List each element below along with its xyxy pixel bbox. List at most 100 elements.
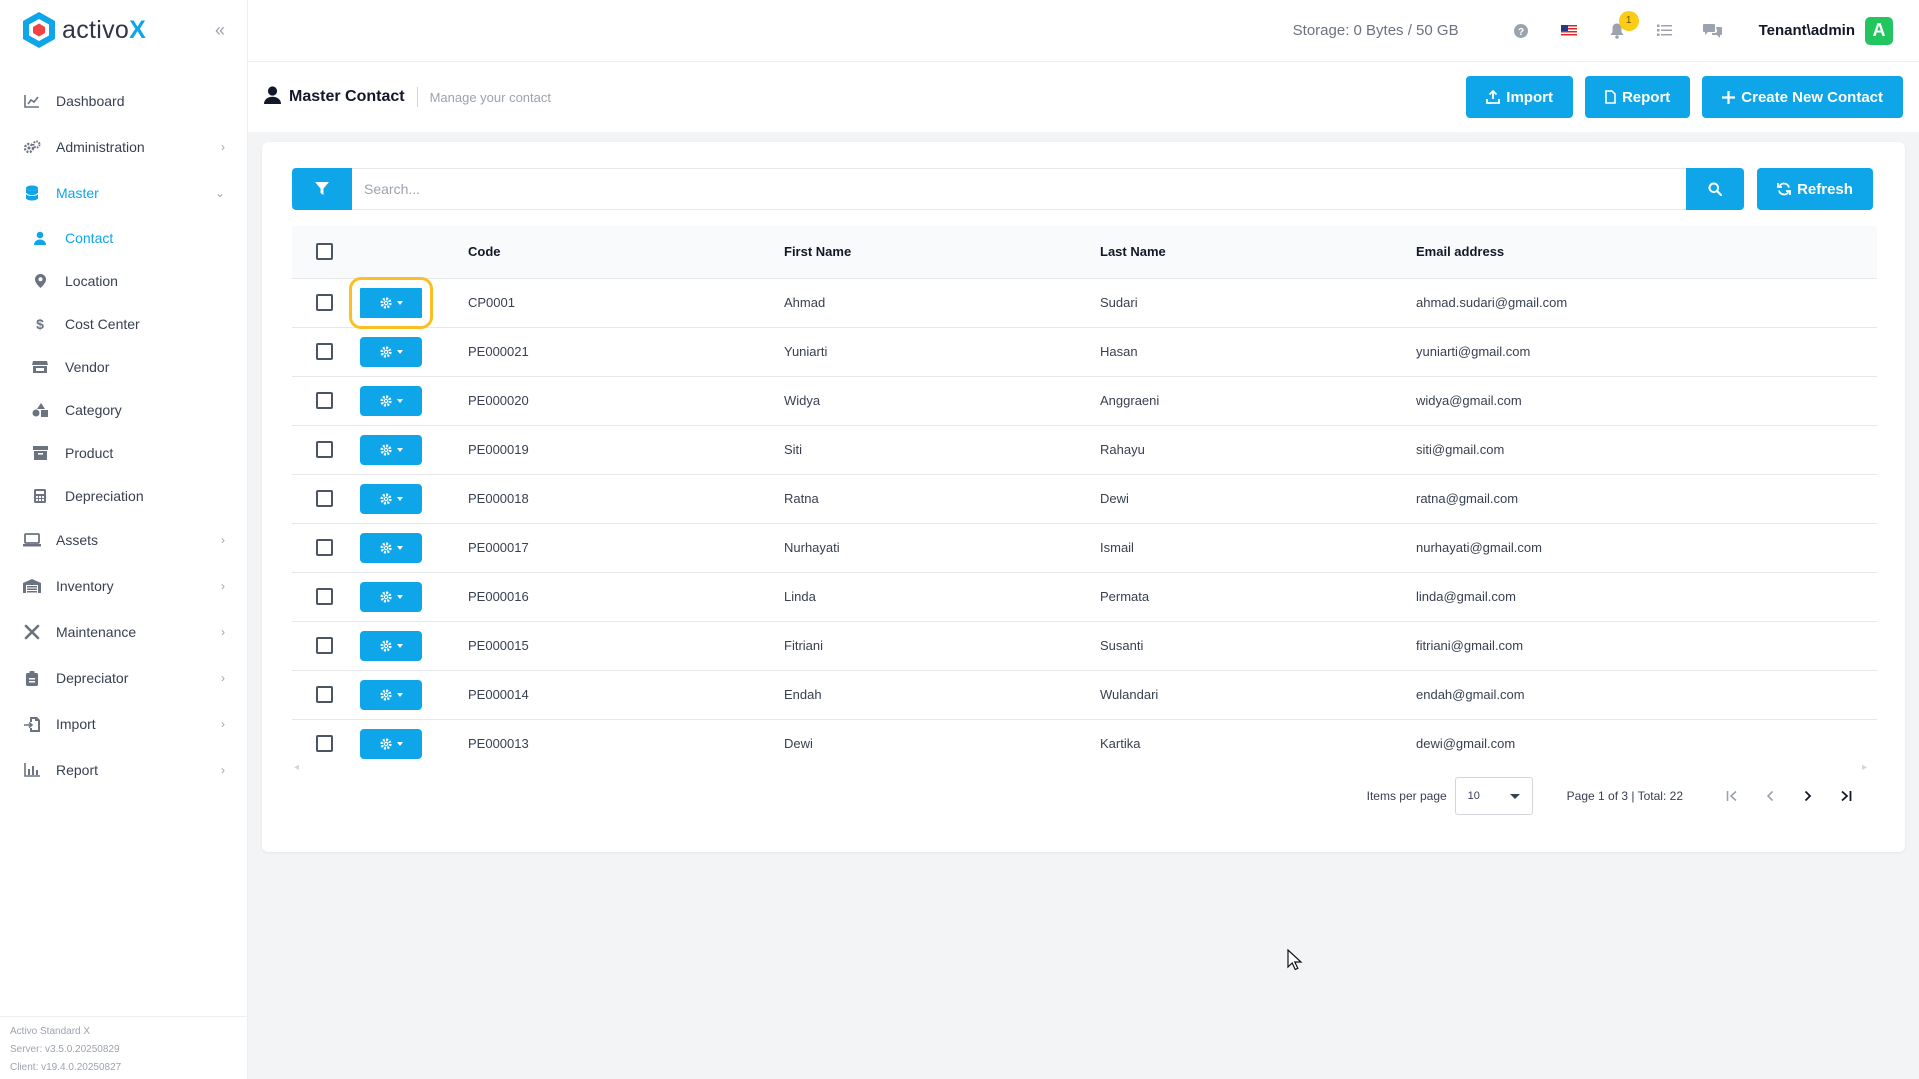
code-cell: PE000016 xyxy=(468,572,784,622)
row-checkbox[interactable] xyxy=(316,343,333,360)
first-name-cell: Siti xyxy=(784,425,1100,475)
sidebar-item-depreciator[interactable]: Depreciator › xyxy=(0,655,247,701)
sidebar-item-inventory[interactable]: Inventory › xyxy=(0,563,247,609)
table-header-row: Code First Name Last Name Email address xyxy=(292,226,1877,279)
table-row[interactable]: PE000015 Fitriani Susanti fitriani@gmail.co… xyxy=(292,621,1877,671)
sidebar-nav: Dashboard Administration › Master ⌄ Cont… xyxy=(0,60,247,793)
mouse-cursor-icon xyxy=(1287,949,1303,971)
email-cell: dewi@gmail.com xyxy=(1416,736,1516,752)
version-info: Activo Standard X Server: v3.5.0.2025082… xyxy=(0,1016,248,1079)
row-checkbox[interactable] xyxy=(316,637,333,654)
sidebar-item-assets[interactable]: Assets › xyxy=(0,517,247,563)
first-name-header[interactable]: First Name xyxy=(784,226,1100,279)
table-row[interactable]: PE000020 Widya Anggraeni widya@gmail.com xyxy=(292,376,1877,426)
collapse-sidebar-icon[interactable]: « xyxy=(215,20,225,41)
row-checkbox[interactable] xyxy=(316,686,333,703)
table-row[interactable]: PE000014 Endah Wulandari endah@gmail.com xyxy=(292,670,1877,720)
sidebar-item-import[interactable]: Import › xyxy=(0,701,247,747)
row-actions-cell xyxy=(349,276,468,329)
table-row[interactable]: PE000017 Nurhayati Ismail nurhayati@gmail.c… xyxy=(292,523,1877,573)
gear-icon xyxy=(379,590,392,603)
row-checkbox[interactable] xyxy=(316,392,333,409)
table-row[interactable]: PE000019 Siti Rahayu siti@gmail.com xyxy=(292,425,1877,475)
row-actions-button[interactable] xyxy=(360,728,422,759)
first-page-button[interactable] xyxy=(1713,777,1751,815)
sidebar: activoX « Dashboard Administration › Mas… xyxy=(0,0,248,1079)
next-page-button[interactable] xyxy=(1789,777,1827,815)
table-row[interactable]: PE000016 Linda Permata linda@gmail.com xyxy=(292,572,1877,622)
row-checkbox[interactable] xyxy=(316,490,333,507)
row-actions-button[interactable] xyxy=(360,483,422,514)
table-row[interactable]: PE000021 Yuniarti Hasan yuniarti@gmail.com xyxy=(292,327,1877,377)
row-checkbox[interactable] xyxy=(316,588,333,605)
scroll-left-icon[interactable]: ◂ xyxy=(294,762,299,773)
gear-icon xyxy=(379,688,392,701)
select-all-checkbox[interactable] xyxy=(316,243,333,261)
last-page-button[interactable] xyxy=(1827,777,1865,815)
row-checkbox[interactable] xyxy=(316,539,333,556)
us-flag-icon[interactable] xyxy=(1559,21,1579,41)
chevron-right-icon: › xyxy=(221,579,225,593)
sidebar-item-maintenance[interactable]: Maintenance › xyxy=(0,609,247,655)
prev-page-button[interactable] xyxy=(1751,777,1789,815)
chevron-right-icon: › xyxy=(221,140,225,154)
row-actions-button[interactable] xyxy=(360,532,422,563)
sidebar-subitem-depreciation[interactable]: Depreciation xyxy=(0,474,247,517)
chat-icon[interactable] xyxy=(1703,21,1723,41)
user-name[interactable]: Tenant\admin xyxy=(1759,22,1855,39)
search-input[interactable] xyxy=(352,168,1686,210)
clipboard-icon xyxy=(22,668,42,688)
sidebar-item-administration[interactable]: Administration › xyxy=(0,124,247,170)
import-button[interactable]: Import xyxy=(1466,76,1573,118)
search-button[interactable] xyxy=(1686,168,1744,210)
row-actions-button[interactable] xyxy=(360,434,422,465)
code-header[interactable]: Code xyxy=(468,226,784,279)
sidebar-subitem-category[interactable]: Category xyxy=(0,388,247,431)
help-icon[interactable]: ? xyxy=(1511,21,1531,41)
sidebar-item-dashboard[interactable]: Dashboard xyxy=(0,78,247,124)
table-row[interactable]: CP0001 Ahmad Sudari ahmad.sudari@gmail.com xyxy=(292,276,1877,329)
row-checkbox[interactable] xyxy=(316,441,333,458)
avatar[interactable]: A xyxy=(1865,16,1893,45)
scroll-right-icon[interactable]: ▸ xyxy=(1862,762,1867,773)
sidebar-subitem-product[interactable]: Product xyxy=(0,431,247,474)
sidebar-item-report[interactable]: Report › xyxy=(0,747,247,793)
code-cell: PE000020 xyxy=(468,376,784,426)
upload-icon xyxy=(1486,90,1501,104)
row-actions-button[interactable] xyxy=(360,385,422,416)
sidebar-item-label: Import xyxy=(56,716,96,732)
email-cell: nurhayati@gmail.com xyxy=(1416,523,1877,573)
row-actions-cell xyxy=(360,425,468,475)
sidebar-subitem-label: Cost Center xyxy=(65,315,140,332)
sidebar-item-master[interactable]: Master ⌄ xyxy=(0,170,247,216)
row-checkbox[interactable] xyxy=(316,294,333,311)
table-row[interactable]: PE000013 Dewi Kartika dewi@gmail.com xyxy=(292,719,1877,768)
page-subtitle: Manage your contact xyxy=(429,89,551,105)
page-title: Master Contact xyxy=(289,88,405,105)
sidebar-subitem-vendor[interactable]: Vendor xyxy=(0,345,247,388)
row-actions-cell xyxy=(360,327,468,377)
items-per-page-select[interactable]: 10 xyxy=(1454,777,1533,815)
row-actions-button[interactable] xyxy=(360,336,422,367)
sidebar-item-label: Assets xyxy=(56,532,99,548)
create-new-contact-button[interactable]: Create New Contact xyxy=(1702,76,1903,118)
filter-button[interactable] xyxy=(292,168,352,210)
sidebar-subitem-cost-center[interactable]: $ Cost Center xyxy=(0,302,247,345)
sidebar-subitem-contact[interactable]: Contact xyxy=(0,216,247,259)
refresh-button[interactable]: Refresh xyxy=(1757,168,1873,210)
row-checkbox[interactable] xyxy=(316,735,333,753)
email-header[interactable]: Email address xyxy=(1416,226,1877,279)
app-logo[interactable]: activoX xyxy=(22,11,146,49)
row-actions-button[interactable] xyxy=(360,679,422,710)
task-list-icon[interactable] xyxy=(1655,21,1675,41)
last-name-header[interactable]: Last Name xyxy=(1100,226,1416,279)
row-actions-button[interactable] xyxy=(360,630,422,661)
report-button[interactable]: Report xyxy=(1584,76,1691,118)
bell-icon[interactable]: 1 xyxy=(1607,10,1639,41)
sidebar-subitem-location[interactable]: Location xyxy=(0,259,247,302)
row-actions-button[interactable] xyxy=(349,276,433,329)
hexagon-logo-icon xyxy=(23,12,55,48)
last-name-cell: Kartika xyxy=(1100,736,1141,752)
table-row[interactable]: PE000018 Ratna Dewi ratna@gmail.com xyxy=(292,474,1877,524)
row-actions-button[interactable] xyxy=(360,581,422,612)
